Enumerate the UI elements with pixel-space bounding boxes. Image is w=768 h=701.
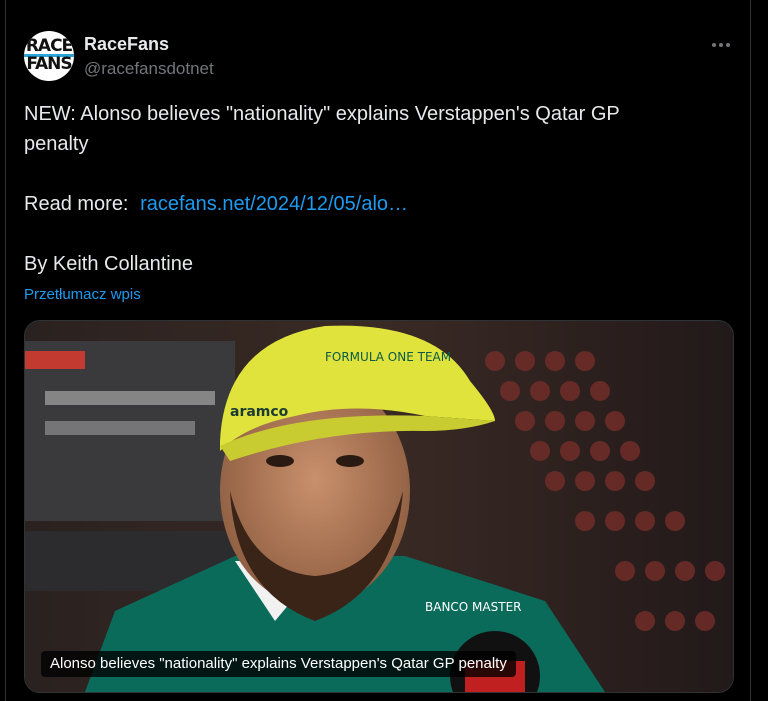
more-dots-icon[interactable] <box>706 34 736 56</box>
translate-post-link[interactable]: Przetłumacz wpis <box>24 286 141 303</box>
shirt-sponsor: BANCO MASTER <box>425 600 522 614</box>
read-more-label: Read more: <box>24 193 129 215</box>
more-dot <box>719 43 723 47</box>
article-link[interactable]: racefans.net/2024/12/05/alo… <box>140 193 408 215</box>
cap-sponsor: aramco <box>230 404 289 420</box>
more-dot <box>726 43 730 47</box>
avatar[interactable]: RACE FANS <box>24 31 74 81</box>
avatar-logo-line1: RACE <box>25 36 73 56</box>
byline: By Keith Collantine <box>24 253 193 275</box>
tweet-text-line1: NEW: Alonso believes "nationality" expla… <box>24 103 620 125</box>
avatar-logo-line2: FANS <box>26 54 72 74</box>
tweet-card[interactable]: RACE FANS RaceFans @racefansdotnet NEW: … <box>5 0 751 701</box>
author-handle[interactable]: @racefansdotnet <box>84 59 214 79</box>
more-dot <box>712 43 716 47</box>
tweet-media-image[interactable]: FORMULA ONE TEAM aramco BANCO MASTER Alo… <box>24 320 734 693</box>
media-caption: Alonso believes "nationality" explains V… <box>41 651 516 677</box>
read-more-row: Read more: racefans.net/2024/12/05/alo… <box>24 190 408 218</box>
author-name[interactable]: RaceFans <box>84 34 169 55</box>
driver-photo: FORMULA ONE TEAM aramco BANCO MASTER <box>25 321 733 692</box>
tweet-text-line2: penalty <box>24 133 89 155</box>
cap-text: FORMULA ONE TEAM <box>325 350 451 364</box>
